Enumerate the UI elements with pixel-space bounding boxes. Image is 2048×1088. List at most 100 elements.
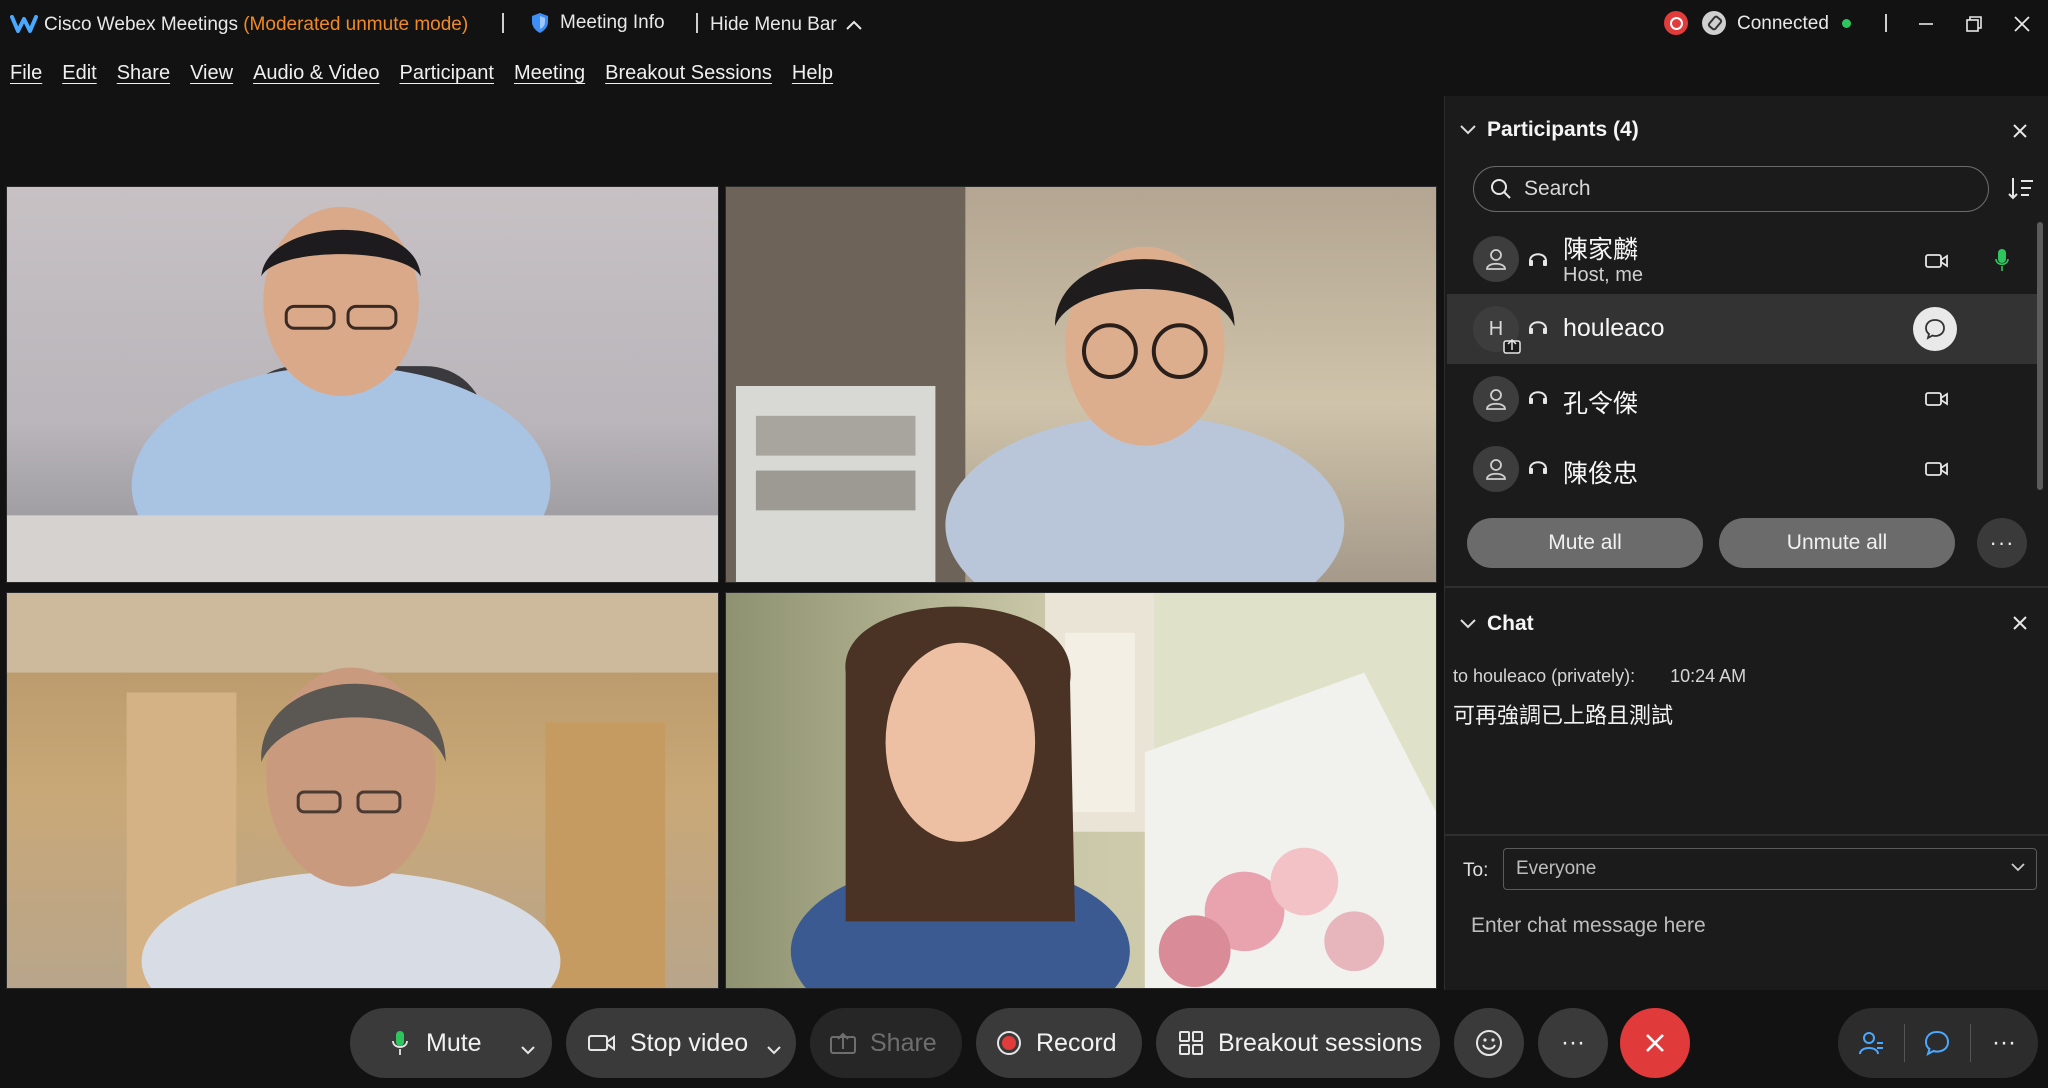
user-icon	[1486, 249, 1506, 270]
microphone-icon	[392, 1031, 408, 1055]
chat-header[interactable]: Chat	[1459, 604, 1534, 644]
mute-button[interactable]: Mute	[350, 1008, 510, 1078]
more-panels-button[interactable]: ···	[1970, 1008, 2038, 1078]
panel-divider	[1445, 834, 2048, 836]
video-options-dropdown[interactable]	[766, 1034, 782, 1063]
video-camera-icon	[588, 1035, 615, 1051]
participant-video-image	[726, 187, 1345, 582]
headset-icon	[1529, 391, 1547, 404]
menu-share[interactable]: Share	[107, 56, 180, 92]
menu-edit[interactable]: Edit	[52, 56, 106, 92]
emoji-reaction-icon	[1476, 1030, 1502, 1056]
reactions-button[interactable]	[1454, 1008, 1524, 1078]
close-chat-icon[interactable]	[2005, 608, 2035, 638]
participant-row[interactable]: 陳俊忠	[1447, 434, 2037, 504]
audio-options-dropdown[interactable]	[520, 1034, 536, 1063]
mute-all-button[interactable]: Mute all	[1467, 518, 1703, 568]
chat-to-label: To:	[1463, 860, 1489, 881]
participants-scrollbar[interactable]	[2037, 222, 2043, 490]
avatar	[1473, 376, 1519, 422]
panel-divider	[1445, 586, 2048, 588]
chat-recipient: to houleaco (privately):	[1453, 666, 1636, 686]
participants-panel-button[interactable]	[1838, 1008, 1904, 1078]
participant-name: 孔令傑	[1563, 390, 1639, 418]
menu-meeting[interactable]: Meeting	[504, 56, 595, 92]
participants-title: Participants (4)	[1487, 118, 1639, 141]
share-button[interactable]: Share	[810, 1008, 962, 1078]
chat-bubble-icon	[1925, 319, 1945, 340]
chat-message-text: 可再強調已上路且測試	[1453, 703, 1674, 728]
minimize-button[interactable]	[1906, 8, 1946, 40]
menu-participant[interactable]: Participant	[389, 56, 504, 92]
window-title: Cisco Webex Meetings (Moderated unmute m…	[44, 14, 468, 36]
camera-icon	[1925, 392, 1948, 406]
microphone-active-icon	[1995, 249, 2009, 271]
close-window-button[interactable]	[2002, 8, 2042, 40]
more-options-button[interactable]: ···	[1538, 1008, 1608, 1078]
chat-recipient-select[interactable]: Everyone	[1503, 848, 2037, 890]
participant-role: Host, me	[1563, 264, 1644, 286]
menu-view[interactable]: View	[180, 56, 243, 92]
sort-icon[interactable]	[2007, 176, 2035, 202]
video-tile-participant-4[interactable]	[725, 592, 1437, 989]
chat-panel-button[interactable]	[1904, 1008, 1970, 1078]
menu-file[interactable]: File	[0, 56, 52, 92]
meeting-info-label: Meeting Info	[560, 12, 665, 33]
chevron-up-icon	[846, 20, 862, 30]
camera-icon	[1925, 462, 1948, 476]
connection-status-dot	[1842, 19, 1851, 28]
encryption-key-icon[interactable]	[1702, 11, 1726, 35]
video-tile-participant-3[interactable]	[6, 592, 719, 989]
menu-audio-video[interactable]: Audio & Video	[243, 56, 389, 92]
breakout-sessions-label: Breakout sessions	[1218, 1028, 1423, 1057]
video-tile-participant-1[interactable]	[6, 186, 719, 583]
participant-video-image	[790, 593, 1436, 988]
chat-message-meta: to houleaco (privately): 10:24 AM	[1453, 666, 1746, 687]
chevron-down-icon	[767, 1046, 781, 1055]
record-label: Record	[1036, 1028, 1117, 1057]
panel-toggle-group: ···	[1838, 1008, 2038, 1078]
private-chat-button[interactable]	[1913, 307, 1957, 351]
breakout-sessions-button[interactable]: Breakout sessions	[1156, 1008, 1440, 1078]
title-separator	[502, 13, 504, 33]
unmute-mode-label: (Moderated unmute mode)	[243, 14, 469, 35]
unmute-all-button[interactable]: Unmute all	[1719, 518, 1955, 568]
stop-video-button[interactable]: Stop video	[566, 1008, 756, 1078]
participant-name: 陳家麟	[1563, 236, 1639, 264]
share-label: Share	[870, 1028, 937, 1057]
menu-bar: File Edit Share View Audio & Video Parti…	[0, 56, 843, 92]
hide-menu-bar-label: Hide Menu Bar	[710, 14, 837, 35]
chevron-down-icon	[1460, 619, 1476, 629]
record-icon	[997, 1031, 1021, 1055]
chat-message-input[interactable]	[1471, 906, 2031, 946]
avatar-initial: H	[1488, 317, 1504, 340]
chat-bubble-icon	[1924, 1030, 1950, 1057]
participants-icon	[1859, 1032, 1883, 1055]
participant-row[interactable]: 孔令傑	[1447, 364, 2037, 434]
participants-more-button[interactable]: ···	[1977, 518, 2027, 568]
participant-row[interactable]: H houleaco	[1447, 294, 2037, 364]
stop-video-label: Stop video	[630, 1028, 749, 1057]
chevron-down-icon	[2011, 863, 2025, 872]
hide-menu-bar-button[interactable]: Hide Menu Bar	[710, 14, 863, 36]
close-icon	[2014, 16, 2030, 32]
recording-indicator-icon[interactable]	[1664, 11, 1688, 35]
share-indicator-icon	[1503, 338, 1521, 354]
participant-search-input[interactable]	[1524, 177, 1944, 201]
menu-help[interactable]: Help	[782, 56, 843, 92]
chevron-down-icon	[1460, 125, 1476, 135]
record-button[interactable]: Record	[976, 1008, 1142, 1078]
restore-button[interactable]	[1954, 8, 1994, 40]
headset-icon	[1529, 461, 1547, 474]
video-tile-participant-2[interactable]	[725, 186, 1437, 583]
close-participants-icon[interactable]	[2005, 116, 2035, 146]
participant-name: houleaco	[1563, 314, 1665, 342]
participant-row[interactable]: 陳家麟 Host, me	[1447, 224, 2037, 294]
participants-header[interactable]: Participants (4)	[1459, 110, 1639, 150]
end-meeting-button[interactable]	[1620, 1008, 1690, 1078]
chevron-down-icon	[521, 1046, 535, 1055]
chat-title: Chat	[1487, 612, 1534, 635]
video-button-group: Stop video	[566, 1008, 796, 1078]
menu-breakout-sessions[interactable]: Breakout Sessions	[595, 56, 782, 92]
meeting-info-button[interactable]: Meeting Info	[530, 12, 665, 34]
